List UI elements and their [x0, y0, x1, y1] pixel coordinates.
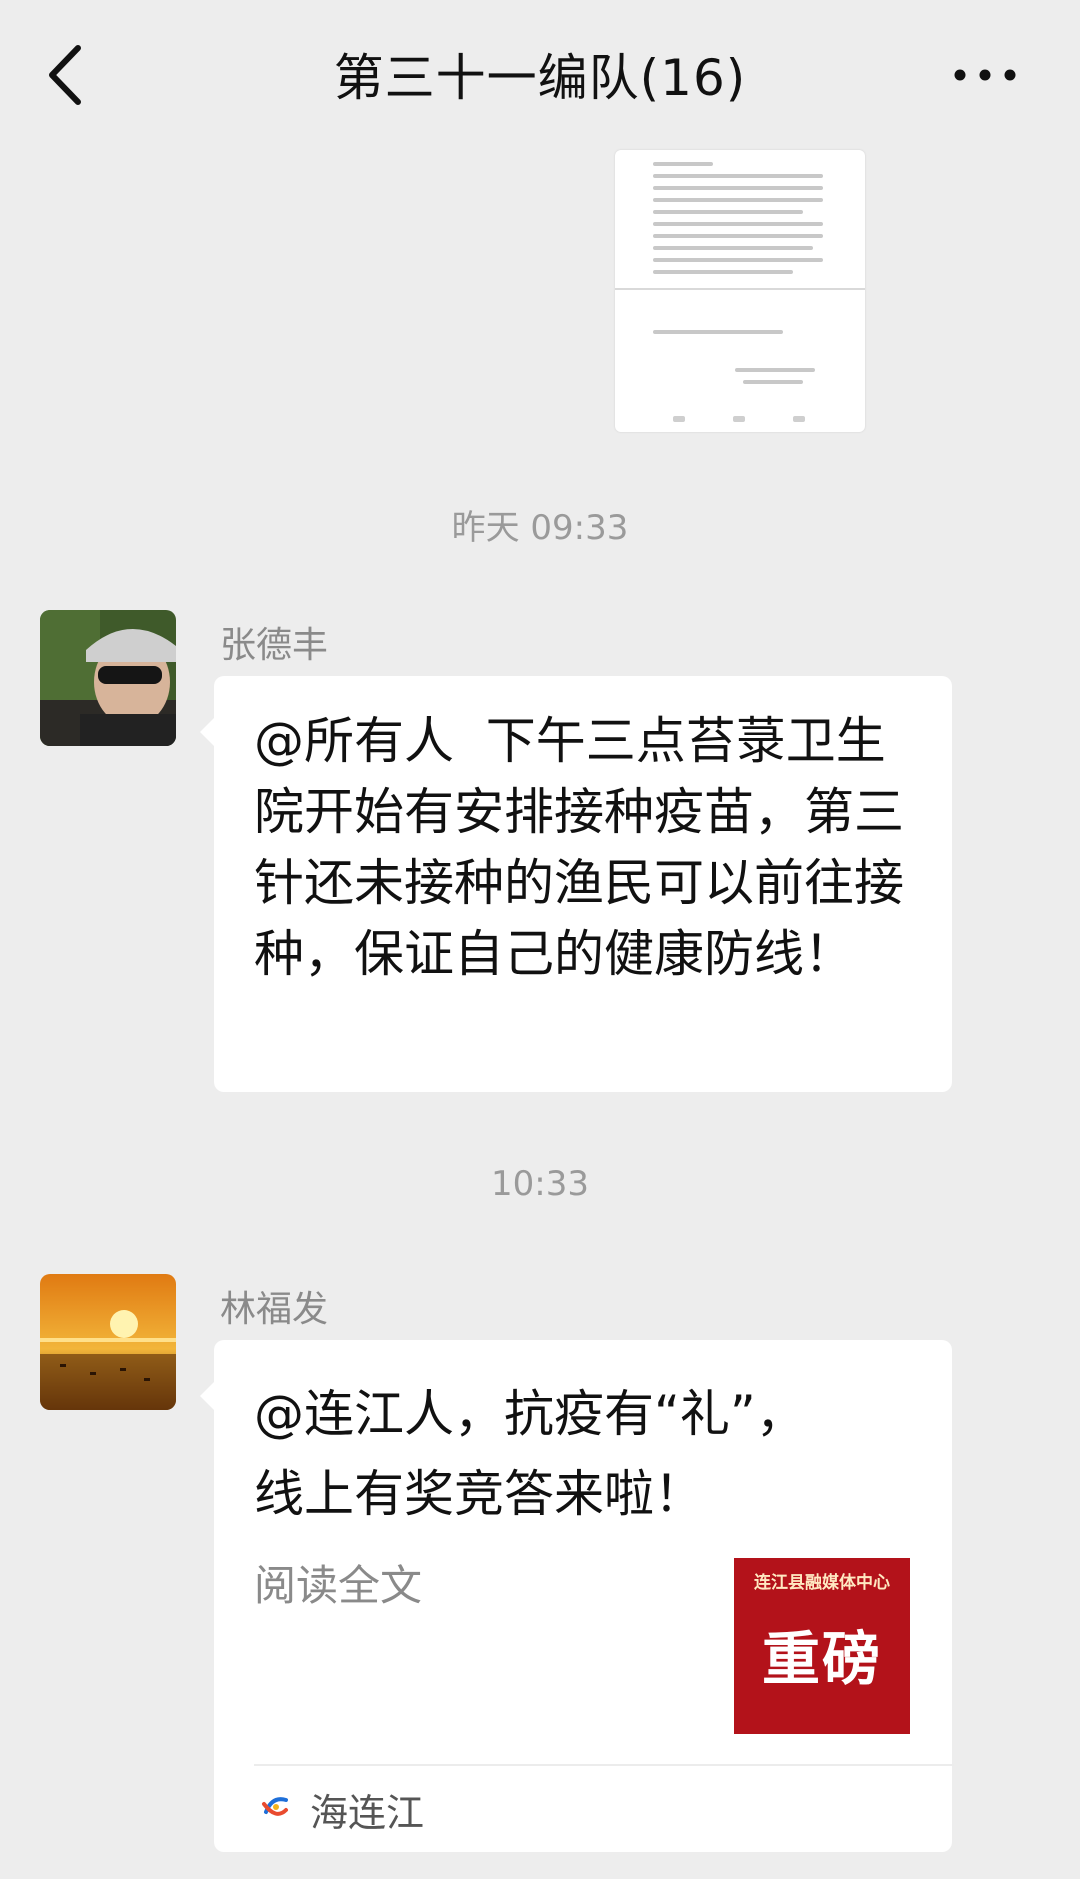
- doc-nav-icon: [673, 416, 685, 422]
- read-full-text: 阅读全文: [254, 1561, 423, 1610]
- doc-line: [735, 368, 815, 372]
- more-dots-icon: [954, 69, 1016, 81]
- doc-line: [653, 330, 783, 334]
- avatar[interactable]: [40, 610, 176, 746]
- doc-line: [653, 162, 713, 166]
- sender-name: 林福发: [220, 1289, 329, 1330]
- thumbnail-headline: 重磅: [761, 1625, 882, 1693]
- link-card-thumbnail: 连江县融媒体中心 重磅: [734, 1558, 910, 1734]
- text-message-bubble[interactable]: @所有人 下午三点苔菉卫生院开始有安排接种疫苗，第三针还未接种的渔民可以前往接种…: [200, 676, 952, 1092]
- doc-line: [653, 234, 823, 238]
- doc-nav-icon: [793, 416, 805, 422]
- source-name: 海连江: [310, 1791, 425, 1835]
- doc-line: [653, 198, 823, 202]
- doc-page-divider: [615, 288, 865, 290]
- link-card-title: @连江人，抗疫有“礼”， 线上有奖竞答来啦！: [254, 1385, 806, 1523]
- avatar[interactable]: [40, 1274, 176, 1410]
- link-card-message[interactable]: @连江人，抗疫有“礼”， 线上有奖竞答来啦！ 阅读全文 连江县融媒体中心 重磅 …: [200, 1340, 954, 1852]
- doc-line: [653, 210, 803, 214]
- doc-line: [653, 186, 823, 190]
- chat-title: 第三十一编队(16): [333, 49, 747, 107]
- thumbnail-caption: 连江县融媒体中心: [754, 1573, 890, 1593]
- doc-line: [653, 222, 823, 226]
- timestamp: 昨天 09:33: [451, 508, 629, 548]
- avatar-photo-icon: [40, 610, 176, 746]
- timestamp: 10:33: [491, 1164, 589, 1204]
- chat-header: 第三十一编队(16): [0, 0, 1080, 150]
- doc-nav-icon: [733, 416, 745, 422]
- doc-line: [743, 380, 803, 384]
- doc-line: [653, 270, 793, 274]
- doc-line: [653, 258, 823, 262]
- doc-line: [653, 174, 823, 178]
- more-button[interactable]: [950, 52, 1020, 98]
- sender-name: 张德丰: [220, 625, 329, 666]
- sunset-avatar-icon: [40, 1274, 176, 1410]
- message-text: @所有人 下午三点苔菉卫生院开始有安排接种疫苗，第三针还未接种的渔民可以前往接种…: [254, 712, 904, 983]
- document-image-message[interactable]: [615, 150, 865, 432]
- source-logo-icon: [260, 1792, 290, 1822]
- doc-line: [653, 246, 813, 250]
- link-card-divider: [254, 1764, 954, 1766]
